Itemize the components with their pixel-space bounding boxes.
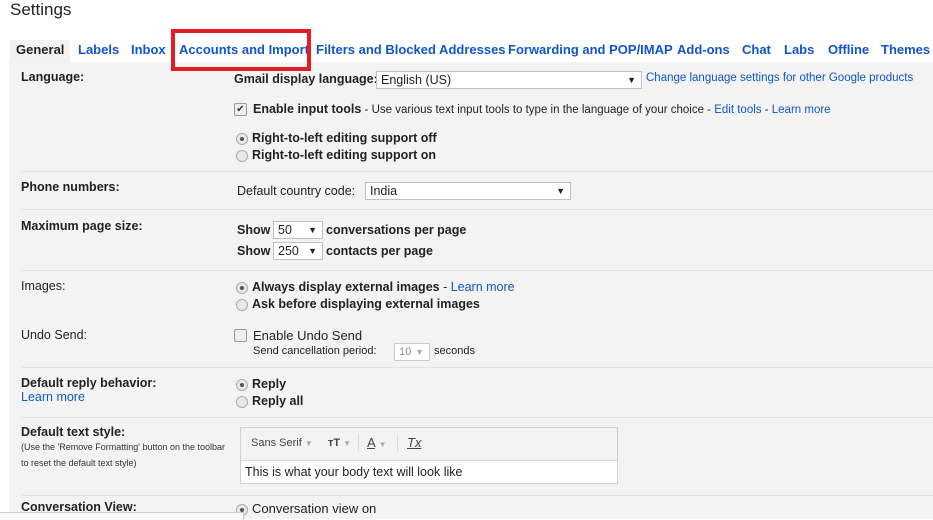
display-language-select[interactable]: English (US) ▼: [376, 71, 642, 89]
rtl-off-label: Right-to-left editing support off: [252, 131, 437, 145]
conversations-per-page-select[interactable]: 50 ▼: [273, 221, 323, 239]
tab-themes[interactable]: Themes: [875, 40, 933, 62]
dropdown-arrow-icon: ▼: [308, 225, 317, 235]
text-color-icon: A: [367, 435, 375, 450]
conversations-per-page-value: 50: [278, 223, 292, 237]
dropdown-arrow-icon: ▼: [308, 246, 317, 256]
conversation-view-on-label: Conversation view on: [252, 501, 377, 516]
input-tools-checkbox[interactable]: ✔: [234, 103, 247, 116]
cancellation-period-label: Send cancellation period:: [253, 345, 377, 357]
enable-undo-send-checkbox[interactable]: [234, 329, 247, 342]
undo-send-label: Undo Send:: [21, 328, 88, 342]
text-style-editor: Sans Serif ▼ тT ▼ A ▼ Tx This is what yo…: [240, 427, 618, 484]
separator-dash: -: [761, 104, 772, 116]
show-label: Show: [237, 244, 271, 258]
contacts-per-page-suffix: contacts per page: [326, 244, 433, 258]
font-family-dropdown[interactable]: Sans Serif ▼: [251, 437, 313, 449]
remove-formatting-icon[interactable]: Tx: [407, 435, 421, 450]
dropdown-arrow-icon: ▼: [627, 75, 636, 85]
country-code-label: Default country code:: [237, 184, 356, 198]
divider: [22, 270, 933, 271]
text-style-hint-line2: to reset the default text style): [21, 458, 137, 468]
dropdown-arrow-icon: ▼: [343, 439, 352, 448]
phone-numbers-label: Phone numbers:: [21, 180, 120, 194]
tab-labels[interactable]: Labels: [72, 40, 125, 62]
input-tools-learn-more-link[interactable]: Learn more: [772, 104, 831, 116]
tab-labs[interactable]: Labs: [778, 40, 820, 62]
reply-label: Reply: [252, 377, 287, 391]
text-color-dropdown[interactable]: A ▼: [367, 435, 387, 450]
tab-forwarding-pop-imap[interactable]: Forwarding and POP/IMAP: [502, 40, 679, 62]
reply-learn-more-link[interactable]: Learn more: [21, 390, 85, 404]
dropdown-arrow-icon: ▼: [378, 440, 387, 449]
tab-accounts-and-import[interactable]: Accounts and Import: [173, 40, 315, 62]
language-label: Language:: [21, 70, 85, 84]
always-display-images-label: Always display external images: [252, 280, 440, 294]
toolbar-divider: [358, 434, 359, 452]
country-code-select[interactable]: India ▼: [365, 182, 571, 200]
always-display-images-radio[interactable]: [236, 282, 248, 294]
rtl-on-radio[interactable]: [236, 150, 248, 162]
change-language-link[interactable]: Change language settings for other Googl…: [646, 72, 913, 84]
enable-undo-send-label: Enable Undo Send: [253, 328, 363, 343]
input-tools-label: Enable input tools: [253, 102, 362, 116]
rtl-off-radio[interactable]: [236, 133, 248, 145]
default-text-style-label: Default text style:: [21, 425, 126, 439]
tab-general[interactable]: General: [10, 40, 71, 62]
toolbar-divider: [397, 434, 398, 452]
input-tools-row: Enable input tools - Use various text in…: [253, 102, 831, 116]
font-family-value: Sans Serif: [251, 437, 302, 449]
cancellation-period-select[interactable]: 10 ▼: [394, 343, 430, 361]
always-display-images-row: Always display external images - Learn m…: [252, 280, 515, 294]
divider: [22, 367, 933, 368]
country-code-value: India: [370, 184, 398, 198]
cancellation-period-suffix: seconds: [434, 345, 475, 357]
conversations-per-page-suffix: conversations per page: [326, 223, 467, 237]
cancellation-period-value: 10: [399, 346, 412, 358]
show-label: Show: [237, 223, 271, 237]
images-learn-more-link[interactable]: Learn more: [451, 280, 515, 294]
separator-dash: -: [439, 280, 451, 294]
max-page-size-label: Maximum page size:: [21, 219, 143, 233]
ask-before-images-label: Ask before displaying external images: [252, 297, 480, 311]
page-title: Settings: [10, 0, 72, 19]
reply-radio[interactable]: [236, 379, 248, 391]
contacts-per-page-select[interactable]: 250 ▼: [273, 242, 323, 260]
default-reply-label: Default reply behavior:: [21, 376, 157, 390]
editor-toolbar: Sans Serif ▼ тT ▼ A ▼ Tx: [241, 428, 617, 460]
dropdown-arrow-icon: ▼: [304, 439, 313, 448]
divider: [22, 171, 933, 172]
display-language-value: English (US): [381, 73, 452, 87]
display-language-label: Gmail display language:: [234, 72, 378, 86]
divider: [22, 495, 933, 496]
reply-all-radio[interactable]: [236, 396, 248, 408]
tab-inbox[interactable]: Inbox: [125, 40, 172, 62]
tab-chat[interactable]: Chat: [736, 40, 777, 62]
text-style-hint-line1: (Use the 'Remove Formatting' button on t…: [21, 442, 226, 452]
text-style-preview: This is what your body text will look li…: [241, 460, 617, 483]
tab-offline[interactable]: Offline: [822, 40, 875, 62]
tab-filters-and-blocked-addresses[interactable]: Filters and Blocked Addresses: [310, 40, 512, 62]
tab-add-ons[interactable]: Add-ons: [671, 40, 736, 62]
images-label: Images:: [21, 279, 66, 293]
font-size-icon: тT: [328, 437, 341, 449]
ask-before-images-radio[interactable]: [236, 299, 248, 311]
edit-tools-link[interactable]: Edit tools: [714, 104, 761, 116]
dropdown-arrow-icon: ▼: [415, 347, 424, 357]
input-tools-description: - Use various text input tools to type i…: [361, 104, 715, 116]
dropdown-arrow-icon: ▼: [556, 186, 565, 196]
rtl-on-label: Right-to-left editing support on: [252, 148, 436, 162]
divider: [22, 417, 933, 418]
contacts-per-page-value: 250: [278, 244, 299, 258]
font-size-dropdown[interactable]: тT ▼: [328, 437, 351, 449]
reply-all-label: Reply all: [252, 394, 304, 408]
divider: [22, 209, 933, 210]
